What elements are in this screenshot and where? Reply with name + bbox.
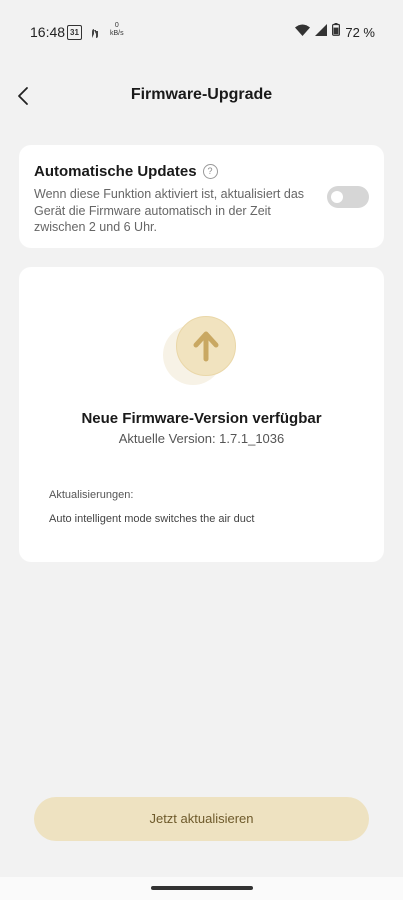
battery-icon [332,23,341,41]
current-version: Aktuelle Version: 1.7.1_1036 [118,431,285,446]
upgrade-graphic [163,315,243,385]
auto-updates-title: Automatische Updates [34,163,197,180]
status-bar: 16:48 31 0 kB/s 72 % [0,0,403,64]
auto-updates-card: Automatische Updates ? Wenn diese Funkti… [19,145,384,248]
auto-updates-description: Wenn diese Funktion aktiviert ist, aktua… [34,187,305,234]
network-speed-value: 0 [114,22,119,29]
update-now-button[interactable]: Jetzt aktualisieren [34,797,369,841]
navigation-bar [0,877,403,900]
network-speed-unit: kB/s [110,30,124,37]
firmware-available-title: Neue Firmware-Version verfügbar [81,410,322,427]
header: Firmware-Upgrade [0,76,403,116]
help-icon[interactable]: ? [202,164,218,179]
calendar-icon: 31 [67,25,82,40]
battery-percent: 72 % [345,24,375,40]
updates-text: Auto intelligent mode switches the air d… [49,513,255,525]
toggle-knob [331,191,343,203]
network-speed: 0 kB/s [110,22,124,38]
auto-updates-title-row: Automatische Updates ? [34,163,218,180]
updates-label: Aktualisierungen: [49,489,134,501]
notification-icon [90,26,100,44]
firmware-card: Neue Firmware-Version verfügbar Aktuelle… [19,267,384,562]
signal-icon [315,23,328,41]
arrow-up-icon [193,331,219,362]
auto-updates-toggle[interactable] [327,186,369,208]
status-time: 16:48 [30,24,66,40]
page-title: Firmware-Upgrade [130,86,273,103]
status-right-group: 72 % [295,23,375,41]
wifi-icon [295,23,311,41]
home-gesture-bar[interactable] [151,886,253,890]
